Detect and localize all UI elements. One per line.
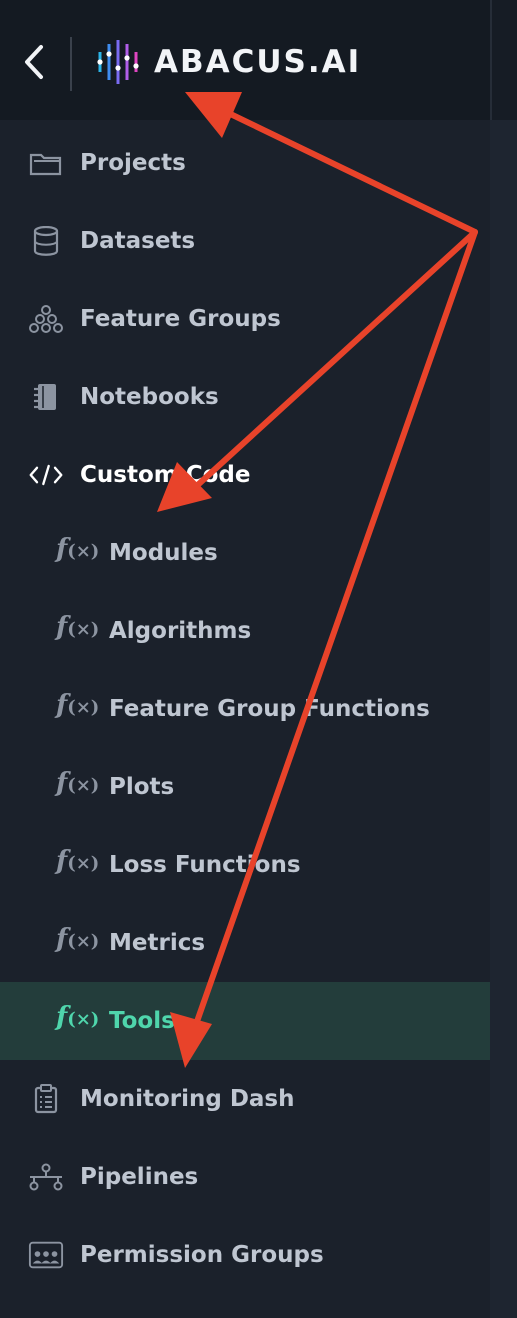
function-icon: f(×)	[56, 612, 100, 642]
sidebar-item-notebooks[interactable]: Notebooks	[0, 358, 490, 436]
abacus-logo-icon	[97, 40, 139, 84]
sidebar-item-feature-group-functions[interactable]: f(×) Feature Group Functions	[0, 670, 490, 748]
clipboard-icon	[28, 1084, 64, 1114]
sidebar-item-algorithms[interactable]: f(×) Algorithms	[0, 592, 490, 670]
sidebar-item-metrics[interactable]: f(×) Metrics	[0, 904, 490, 982]
sidebar-item-modules[interactable]: f(×) Modules	[0, 514, 490, 592]
cluster-icon	[28, 304, 64, 334]
content-panel-edge	[490, 120, 517, 1318]
function-icon: f(×)	[56, 534, 100, 564]
sidebar-item-datasets[interactable]: Datasets	[0, 202, 490, 280]
sidebar-item-monitoring-dash[interactable]: Monitoring Dash	[0, 1060, 490, 1138]
code-icon	[28, 460, 64, 490]
pipeline-icon	[28, 1162, 64, 1192]
content-header-edge	[490, 0, 517, 120]
folder-icon	[28, 148, 64, 178]
notebook-icon	[28, 382, 64, 412]
sidebar-nav: Projects Datasets Feature Groups Noteboo…	[0, 124, 490, 1294]
sidebar-item-pipelines[interactable]: Pipelines	[0, 1138, 490, 1216]
function-icon: f(×)	[56, 846, 100, 876]
function-icon: f(×)	[56, 768, 100, 798]
back-button[interactable]	[14, 40, 54, 84]
sidebar-item-projects[interactable]: Projects	[0, 124, 490, 202]
function-icon: f(×)	[56, 690, 100, 720]
database-icon	[28, 226, 64, 256]
logo[interactable]: ABACUS.AI	[96, 38, 361, 86]
sidebar-item-plots[interactable]: f(×) Plots	[0, 748, 490, 826]
sidebar-item-feature-groups[interactable]: Feature Groups	[0, 280, 490, 358]
sidebar-item-tools[interactable]: f(×) Tools	[0, 982, 490, 1060]
function-icon: f(×)	[56, 924, 100, 954]
people-icon	[28, 1240, 64, 1270]
header-divider	[70, 37, 72, 91]
sidebar-item-permission-groups[interactable]: Permission Groups	[0, 1216, 490, 1294]
sidebar-item-custom-code[interactable]: Custom Code	[0, 436, 490, 514]
chevron-left-icon	[25, 45, 43, 79]
function-icon: f(×)	[56, 1002, 100, 1032]
sidebar-item-loss-functions[interactable]: f(×) Loss Functions	[0, 826, 490, 904]
app-header: ABACUS.AI	[0, 0, 490, 120]
logo-text: ABACUS.AI	[154, 44, 362, 80]
